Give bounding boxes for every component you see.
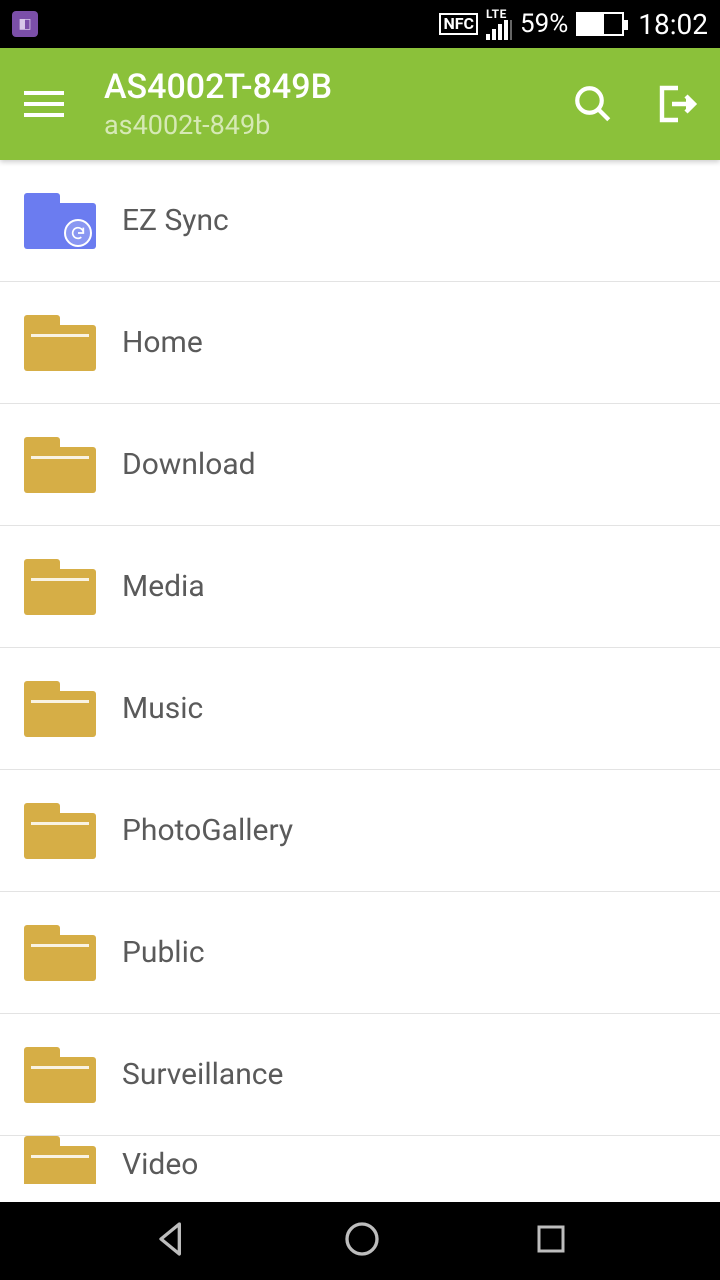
system-nav-bar [0,1202,720,1280]
nfc-icon: NFC [439,13,478,35]
sync-badge-icon [64,219,92,247]
list-item[interactable]: Home [0,282,720,404]
recents-button[interactable] [533,1221,569,1261]
folder-label: Home [122,325,203,360]
folder-icon [24,1136,96,1184]
folder-icon [24,1047,96,1103]
appbar-titles: AS4002T-849B as4002t-849b [104,67,332,141]
list-item[interactable]: Public [0,892,720,1014]
folder-icon [24,315,96,371]
folder-label: Surveillance [122,1057,283,1092]
folder-list: EZ Sync Home Download Media Music PhotoG… [0,160,720,1184]
logout-icon[interactable] [652,80,700,128]
list-item[interactable]: EZ Sync [0,160,720,282]
status-bar: ◧ NFC LTE 59% 18:02 [0,0,720,48]
clock: 18:02 [638,8,708,41]
folder-label: Download [122,447,256,482]
list-item[interactable]: PhotoGallery [0,770,720,892]
app-bar: AS4002T-849B as4002t-849b [0,48,720,160]
page-title: AS4002T-849B [104,67,332,107]
folder-label: Music [122,691,203,726]
list-item[interactable]: Media [0,526,720,648]
menu-icon[interactable] [24,84,64,124]
folder-icon [24,437,96,493]
running-app-icon: ◧ [12,11,38,37]
signal-icon: LTE [486,8,512,40]
list-item[interactable]: Music [0,648,720,770]
folder-label: Media [122,569,205,604]
list-item[interactable]: Video [0,1136,720,1184]
page-subtitle: as4002t-849b [104,109,332,141]
folder-icon [24,559,96,615]
back-button[interactable] [151,1219,191,1263]
folder-label: Public [122,935,205,970]
home-button[interactable] [342,1219,382,1263]
folder-icon [24,803,96,859]
battery-icon [576,12,624,36]
folder-label: PhotoGallery [122,813,293,848]
folder-label: Video [122,1147,198,1184]
folder-icon [24,681,96,737]
sync-folder-icon [24,193,96,249]
folder-label: EZ Sync [122,203,229,238]
battery-percent: 59% [520,9,568,39]
list-item[interactable]: Download [0,404,720,526]
list-item[interactable]: Surveillance [0,1014,720,1136]
search-icon[interactable] [572,83,614,125]
folder-icon [24,925,96,981]
